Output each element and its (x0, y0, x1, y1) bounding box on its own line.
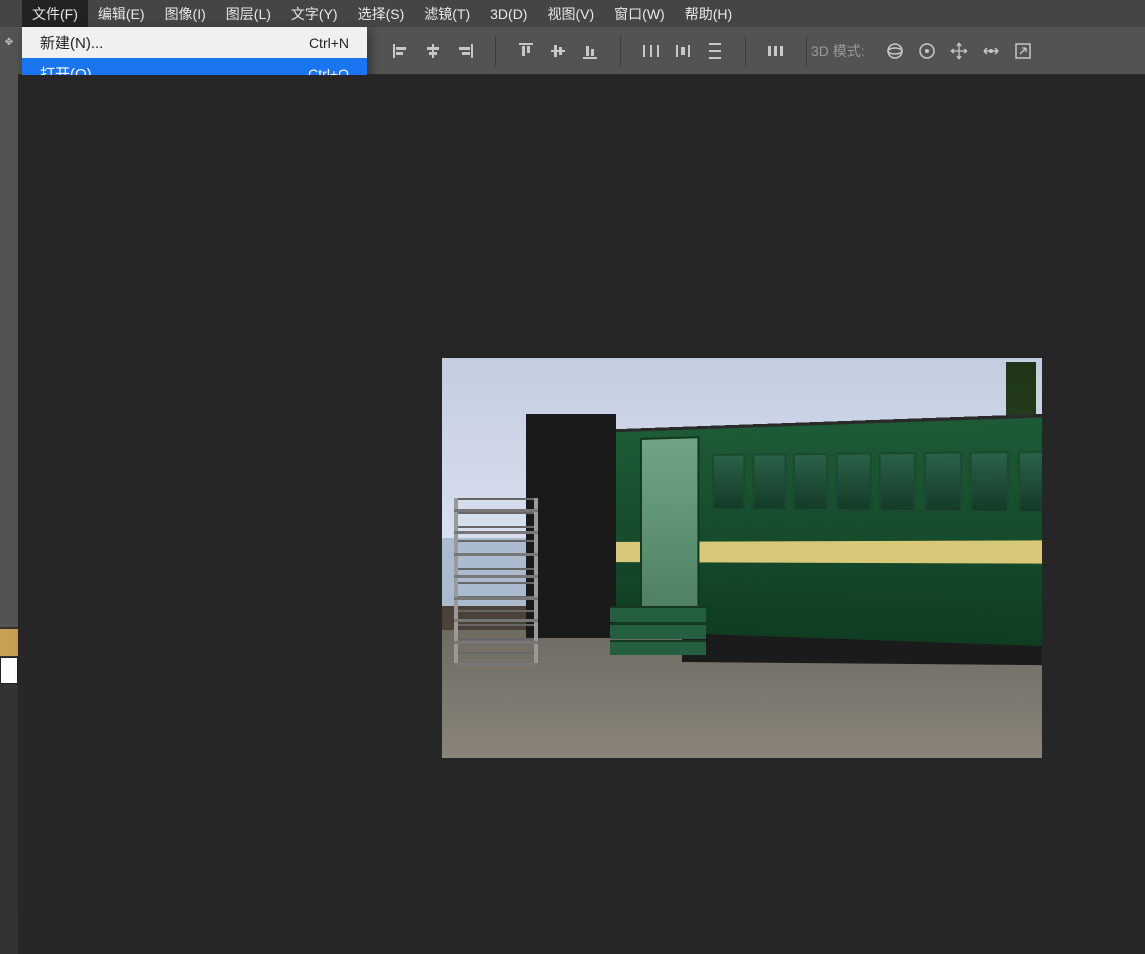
menubar: 文件(F) 编辑(E) 图像(I) 图层(L) 文字(Y) 选择(S) 滤镜(T… (0, 0, 1145, 27)
distribute-spacing-icon[interactable] (764, 39, 788, 63)
tools-panel-fragment: ✥ (0, 27, 18, 627)
background-color-swatch[interactable] (0, 657, 18, 684)
separator (806, 36, 807, 66)
image-stair-steps (454, 498, 538, 666)
3d-scale-icon[interactable] (1011, 39, 1035, 63)
distribute-hcenter-icon[interactable] (671, 39, 695, 63)
image-train-windows (712, 451, 1042, 514)
distribute-v-icon[interactable] (703, 39, 727, 63)
align-top-icon[interactable] (514, 39, 538, 63)
menu-select[interactable]: 选择(S) (348, 0, 415, 28)
image-train-vestibule (526, 414, 616, 638)
menu-item-shortcut: Ctrl+N (309, 35, 349, 51)
separator (745, 36, 746, 66)
distribute-h-icon[interactable] (639, 39, 663, 63)
menu-file[interactable]: 文件(F) (22, 0, 88, 28)
menu-help[interactable]: 帮助(H) (675, 0, 742, 28)
move-tool-icon[interactable]: ✥ (0, 27, 18, 57)
menu-item-label: 新建(N)... (40, 32, 309, 53)
menu-view[interactable]: 视图(V) (537, 0, 604, 28)
menu-filter[interactable]: 滤镜(T) (414, 0, 480, 28)
3d-mode-label: 3D 模式: (811, 41, 865, 61)
separator (495, 36, 496, 66)
separator (620, 36, 621, 66)
canvas-area[interactable] (18, 75, 1145, 954)
foreground-color-swatch[interactable] (0, 629, 18, 656)
image-train-steps (610, 606, 706, 654)
align-vcenter-icon[interactable] (546, 39, 570, 63)
menu-window[interactable]: 窗口(W) (604, 0, 675, 28)
menu-3d[interactable]: 3D(D) (480, 2, 537, 26)
align-bottom-icon[interactable] (578, 39, 602, 63)
align-left-icon[interactable] (389, 39, 413, 63)
menu-image[interactable]: 图像(I) (155, 0, 216, 28)
image-train-door (640, 436, 699, 616)
3d-pan-icon[interactable] (947, 39, 971, 63)
document-image[interactable] (442, 358, 1042, 758)
menu-layer[interactable]: 图层(L) (216, 0, 281, 28)
align-right-icon[interactable] (453, 39, 477, 63)
menu-item--n-[interactable]: 新建(N)...Ctrl+N (22, 27, 367, 58)
3d-orbit-icon[interactable] (883, 39, 907, 63)
3d-slide-icon[interactable] (979, 39, 1003, 63)
menu-type[interactable]: 文字(Y) (281, 0, 348, 28)
align-hcenter-icon[interactable] (421, 39, 445, 63)
menu-edit[interactable]: 编辑(E) (88, 0, 155, 28)
3d-roll-icon[interactable] (915, 39, 939, 63)
